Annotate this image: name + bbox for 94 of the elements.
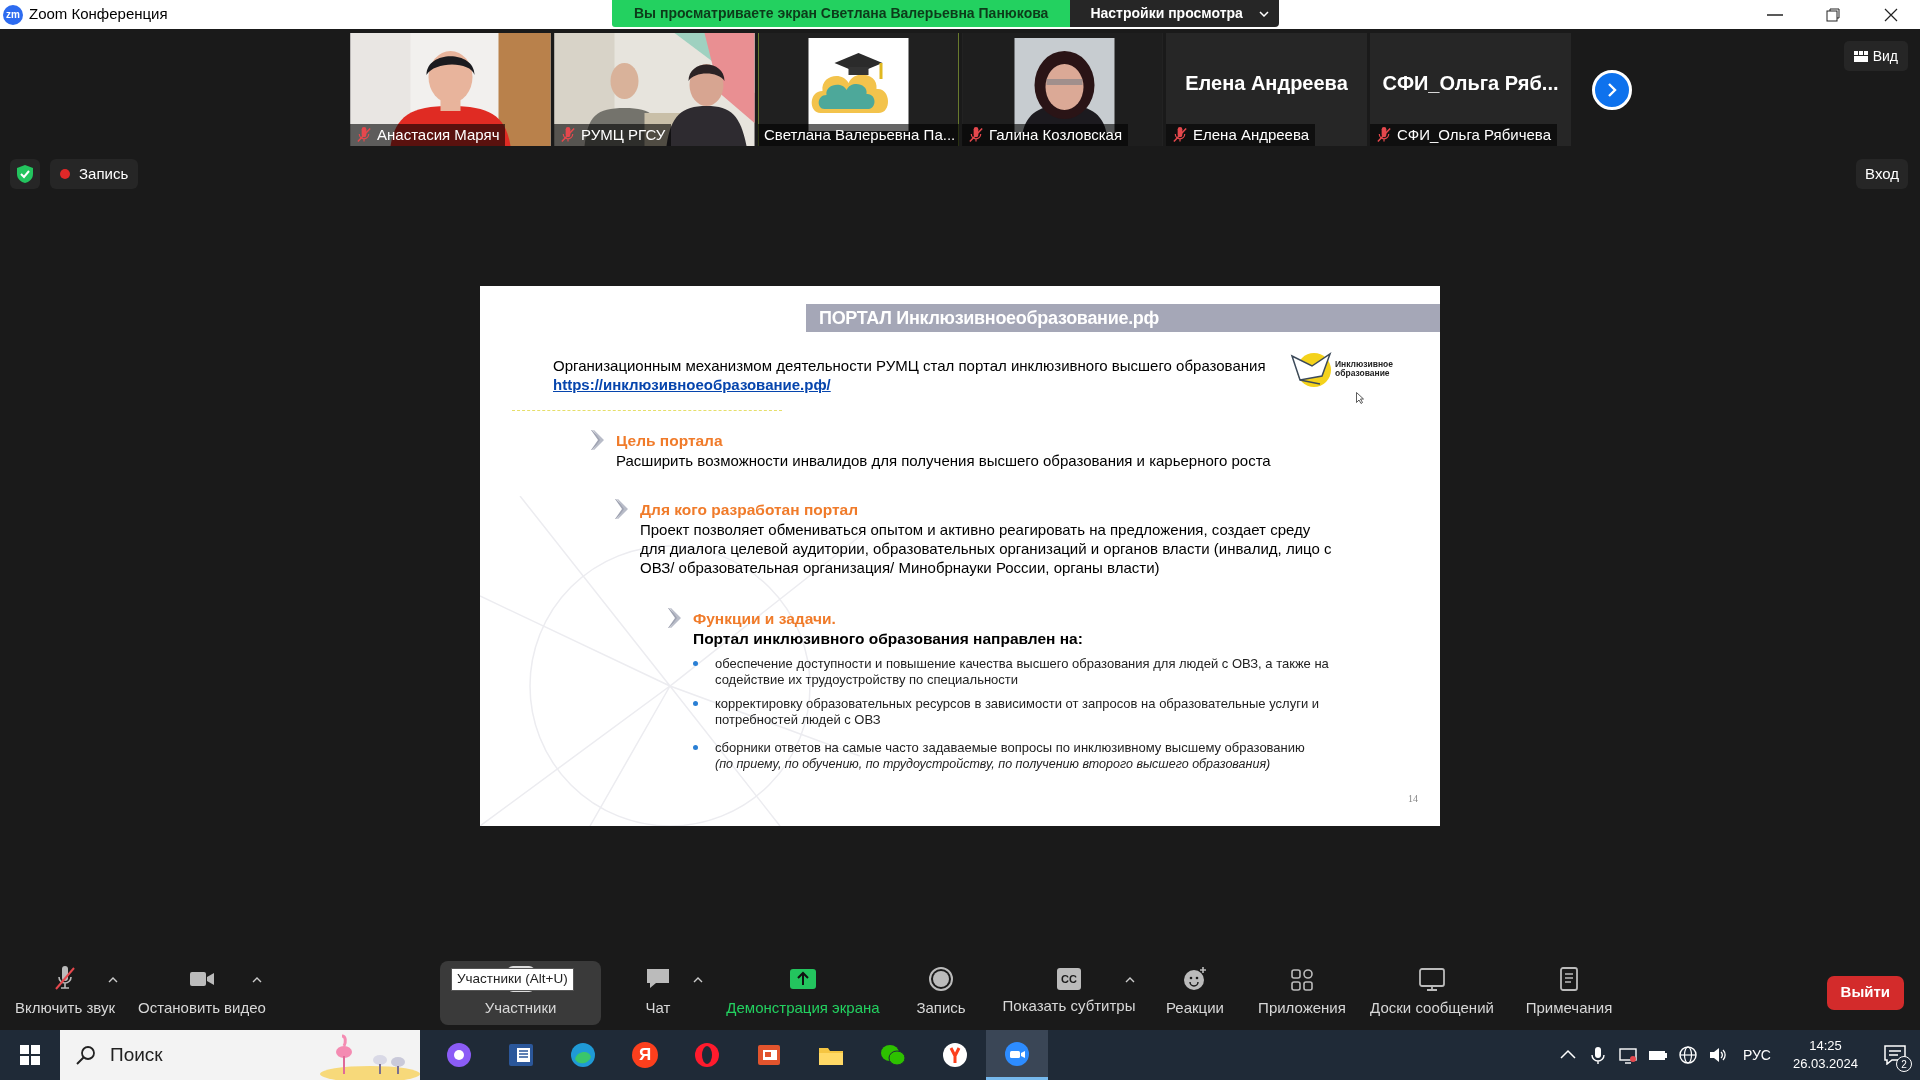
notifications-button[interactable]: 2	[1870, 1030, 1920, 1080]
toolbar-button[interactable]: Примечания	[1523, 960, 1615, 1025]
search-icon	[76, 1045, 96, 1065]
caret-icon[interactable]	[108, 976, 118, 983]
logo-text: образование	[1335, 369, 1391, 378]
toolbar-button[interactable]: Демонстрация экрана	[724, 960, 882, 1025]
participant-tile[interactable]: Светлана Валерьевна Па...	[758, 33, 959, 146]
mouse-cursor-icon	[1356, 392, 1364, 404]
window-title: Zoom Конференция	[29, 4, 168, 25]
search-field[interactable]: Поиск	[110, 1040, 280, 1070]
opera-browser-icon	[693, 1041, 721, 1069]
tooltip: Участники (Alt+U)	[451, 968, 574, 991]
section-subheading: Портал инклюзивного образования направлен на:	[693, 629, 1084, 648]
chevron-bullet-icon	[590, 429, 606, 451]
leave-button[interactable]: Выйти	[1826, 975, 1904, 1010]
bullet-icon	[693, 661, 698, 666]
caret-icon[interactable]	[693, 976, 703, 983]
section-text: Расширить возможности инвалидов для получения высшего образования и карьерного роста	[616, 451, 1271, 470]
notification-count: 2	[1896, 1056, 1912, 1072]
slide-title: ПОРТАЛ Инклюзивноеобразование.рф	[806, 304, 1440, 332]
participant-tile[interactable]: Елена Андреева Елена Андреева	[1166, 33, 1367, 146]
captions-icon: CC	[1057, 967, 1081, 990]
taskbar-app[interactable]	[986, 1030, 1048, 1080]
taskbar-app[interactable]: Я	[614, 1030, 676, 1080]
bird-logo-icon	[1290, 350, 1334, 388]
language-indicator[interactable]: РУС	[1732, 1044, 1781, 1066]
participant-label: Светлана Валерьевна Па...	[764, 124, 956, 145]
logo-text: Инклюзивное	[1335, 360, 1393, 369]
bullet-icon	[693, 701, 698, 706]
toolbar-button[interactable]: Чат	[642, 960, 674, 1025]
section-heading: Цель портала	[616, 431, 724, 451]
toolbar-button[interactable]: Доски сообщений	[1368, 960, 1496, 1025]
search-app-icon: Я	[632, 1042, 658, 1068]
bullet-text: обеспечение доступности и повышение качества высшего образования для людей с ОВЗ, а также на содействие их трудоустройству по специальности	[715, 656, 1330, 688]
screen-share-banner: Вы просматриваете экран Светлана Валерьевна Панюкова	[612, 0, 1071, 27]
record-dot-icon	[60, 169, 70, 179]
record-icon	[927, 965, 955, 992]
clock[interactable]: 14:25 26.03.2024	[1780, 1037, 1870, 1073]
bullet-note: (по приему, по обучению, по трудоустройству, по получению второго высшего образования)	[715, 756, 1272, 772]
page-number: 14	[1408, 792, 1418, 806]
participant-tile[interactable]: СФИ_Ольга Ряб... СФИ_Ольга Рябичева	[1370, 33, 1571, 146]
caret-icon[interactable]	[1125, 976, 1135, 983]
unmute-button[interactable]: Включить звук	[12, 960, 117, 1025]
participant-tile[interactable]: Анастасия Маряч	[350, 33, 551, 146]
chevron-bullet-icon	[667, 607, 683, 629]
video-conference-app-icon	[1003, 1039, 1031, 1068]
speaker-icon	[1707, 1045, 1728, 1065]
windows-logo-icon	[20, 1045, 40, 1065]
chevron-right-icon	[1606, 81, 1618, 98]
participant-label: Елена Андреева	[1193, 124, 1310, 145]
caret-icon[interactable]	[252, 976, 262, 983]
toolbar-button[interactable]: CC Показать субтитры	[1000, 960, 1138, 1025]
participant-label: СФИ_Ольга Рябичева	[1397, 124, 1551, 145]
restore-icon	[1825, 6, 1841, 23]
network-icon	[1617, 1045, 1638, 1065]
toolbar-button[interactable]: Остановить видео	[136, 960, 268, 1025]
intro-text: Организационным механизмом деятельности РУМЦ стал портал инклюзивного высшего образования	[553, 356, 1267, 375]
section-text: Проект позволяет обмениваться опытом и активно реагировать на предложения, создает среду для диалога целевой аудитории, образовательных организаций и органов власти (инвалид, лицо с ОВЗ/ образовательная организация/ Минобрнауки России, органы власти)	[640, 520, 1333, 577]
toolbar-button[interactable]: Реакции	[1164, 960, 1226, 1025]
bullet-icon	[693, 745, 698, 750]
participant-tile[interactable]: Галина Козловская	[962, 33, 1163, 146]
caret-icon	[1258, 10, 1269, 17]
document-app-icon	[507, 1041, 535, 1069]
recording-indicator: Запись	[50, 159, 139, 189]
participant-label: Анастасия Маряч	[377, 124, 500, 145]
participant-label: РУМЦ РГСУ	[581, 124, 666, 145]
search-bar[interactable]: Поиск	[60, 1030, 420, 1080]
app-logo: zm	[3, 4, 23, 25]
toolbar-button[interactable]: Запись	[914, 960, 968, 1025]
section-heading: Для кого разработан портал	[640, 500, 860, 520]
chevron-bullet-icon	[614, 498, 630, 520]
participant-name: Елена Андреева	[1185, 70, 1348, 96]
view-settings-button[interactable]: Настройки просмотра	[1070, 0, 1279, 27]
section-heading: Функции и задачи.	[693, 609, 837, 629]
view-button[interactable]: Вид	[1843, 41, 1908, 71]
browser-icon	[941, 1041, 969, 1069]
participant-name: СФИ_Ольга Ряб...	[1382, 70, 1559, 96]
browser-icon	[569, 1041, 597, 1069]
bullet-text: корректировку образовательных ресурсов в зависимости от запросов на образовательные услуги и потребностей людей с ОВЗ	[715, 696, 1321, 728]
grid-layout-icon	[1853, 50, 1868, 62]
minimize-icon	[1767, 13, 1783, 16]
enter-button[interactable]: Вход	[1856, 159, 1908, 189]
participant-label: Галина Козловская	[989, 124, 1123, 145]
close-icon	[1883, 6, 1899, 23]
globe-icon	[1677, 1045, 1698, 1065]
portal-link[interactable]: https://инклюзивноеобразование.рф/	[553, 376, 831, 393]
next-page-button[interactable]	[1592, 69, 1632, 110]
voice-assistant-icon	[445, 1041, 473, 1069]
whiteboard-icon	[1418, 965, 1446, 992]
bullet-text: сборники ответов на самые часто задаваемые вопросы по инклюзивному высшему образованию	[715, 740, 1305, 756]
shield-icon	[17, 165, 33, 183]
toolbar-button[interactable]: Приложения	[1256, 960, 1348, 1025]
smiley-icon	[1181, 965, 1209, 992]
participant-tile[interactable]: РУМЦ РГСУ	[554, 33, 755, 146]
